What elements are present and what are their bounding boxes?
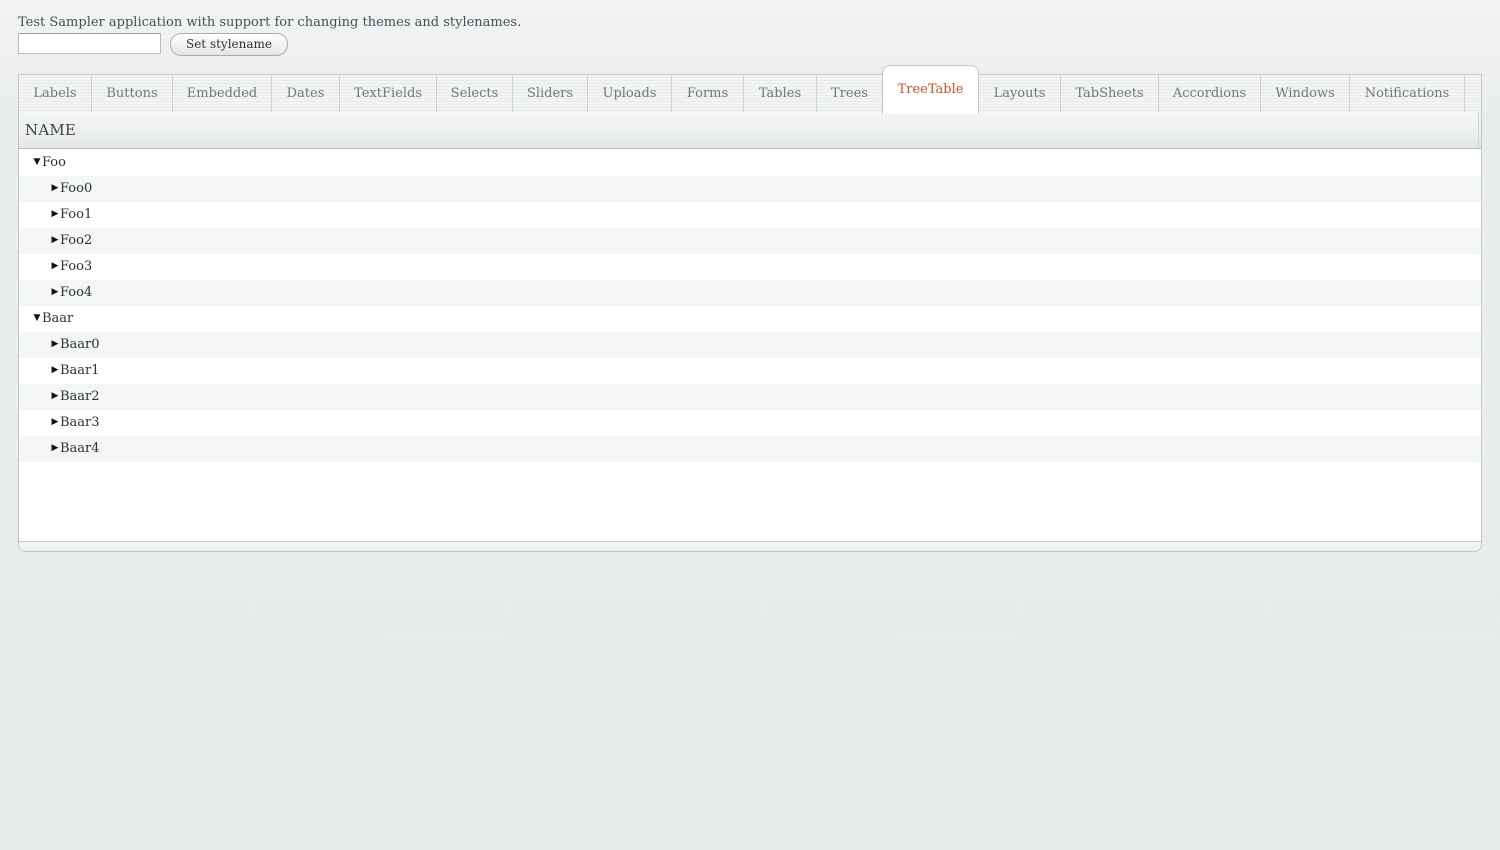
app-caption: Test Sampler application with support fo… — [18, 15, 522, 30]
tree-row[interactable]: ▶ Foo1 — [19, 202, 1481, 228]
tree-row-label: Baar — [42, 311, 74, 326]
tree-row-label: Foo0 — [60, 181, 93, 196]
tree-row-label: Baar2 — [60, 389, 100, 404]
set-stylename-button[interactable]: Set stylename — [170, 33, 288, 56]
treetable-body: ▼ Foo ▶ Foo0 ▶ Foo1 ▶ Foo2 ▶ Foo3 ▶ Foo4 ▼ Baar ▶ Baar0… — [19, 150, 1481, 462]
tab-selects[interactable]: Selects — [437, 75, 513, 113]
tree-row-label: Baar0 — [60, 337, 100, 352]
treetable-header: NAME — [19, 112, 1481, 149]
tree-row-label: Baar4 — [60, 441, 100, 456]
tree-row[interactable]: ▼ Foo — [19, 150, 1481, 176]
tab-uploads[interactable]: Uploads — [588, 75, 672, 113]
tree-row-label: Foo2 — [60, 233, 93, 248]
tab-buttons[interactable]: Buttons — [92, 75, 173, 113]
tree-row-label: Foo — [42, 155, 66, 170]
tree-row[interactable]: ▶ Foo0 — [19, 176, 1481, 202]
tab-textfields[interactable]: TextFields — [340, 75, 437, 113]
tab-bar: Labels Buttons Embedded Dates TextFields Sele… — [18, 65, 1482, 114]
tree-row[interactable]: ▶ Baar2 — [19, 384, 1481, 410]
tab-accordions[interactable]: Accordions — [1159, 75, 1261, 113]
tab-trees[interactable]: Trees — [817, 75, 883, 113]
tab-labels[interactable]: Labels — [19, 75, 92, 113]
tree-row[interactable]: ▶ Baar0 — [19, 332, 1481, 358]
tab-dates[interactable]: Dates — [272, 75, 340, 113]
tree-row-label: Baar1 — [60, 363, 100, 378]
column-header-name[interactable]: NAME — [19, 112, 1479, 148]
tabsheet-footer — [19, 541, 1481, 551]
tree-row[interactable]: ▼ Baar — [19, 306, 1481, 332]
tab-tables[interactable]: Tables — [744, 75, 817, 113]
tab-windows[interactable]: Windows — [1261, 75, 1350, 113]
tree-row[interactable]: ▶ Foo4 — [19, 280, 1481, 306]
stylename-input[interactable] — [18, 33, 161, 54]
tree-row[interactable]: ▶ Baar4 — [19, 436, 1481, 462]
tab-embedded[interactable]: Embedded — [173, 75, 272, 113]
component-tabsheet: Labels Buttons Embedded Dates TextFields Sele… — [18, 65, 1482, 552]
tab-layouts[interactable]: Layouts — [979, 75, 1061, 113]
tab-tabsheets[interactable]: TabSheets — [1061, 75, 1159, 113]
tab-forms[interactable]: Forms — [672, 75, 744, 113]
tree-row-label: Baar3 — [60, 415, 100, 430]
tab-content: NAME ▼ Foo ▶ Foo0 ▶ Foo1 ▶ Foo2 ▶ Foo3 ▶ Foo4 ▼ Baar ▶… — [18, 112, 1482, 552]
tree-row[interactable]: ▶ Baar1 — [19, 358, 1481, 384]
tree-row-label: Foo3 — [60, 259, 93, 274]
tab-treetable[interactable]: TreeTable — [882, 65, 979, 114]
tree-row[interactable]: ▶ Baar3 — [19, 410, 1481, 436]
tab-notifications[interactable]: Notifications — [1350, 75, 1465, 113]
treetable: NAME ▼ Foo ▶ Foo0 ▶ Foo1 ▶ Foo2 ▶ Foo3 ▶ Foo4 ▼ Baar ▶… — [19, 112, 1481, 541]
tree-row-label: Foo1 — [60, 207, 93, 222]
tree-row[interactable]: ▶ Foo3 — [19, 254, 1481, 280]
tab-sliders[interactable]: Sliders — [513, 75, 588, 113]
tree-row[interactable]: ▶ Foo2 — [19, 228, 1481, 254]
tree-row-label: Foo4 — [60, 285, 93, 300]
